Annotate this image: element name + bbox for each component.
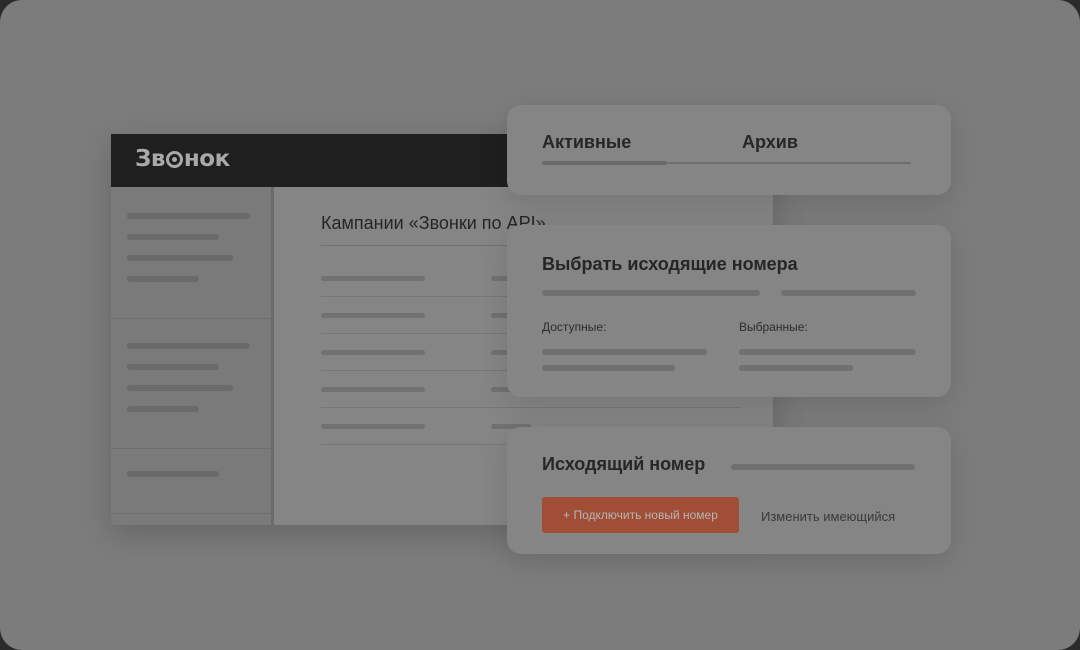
logo-text-end: нок	[183, 146, 230, 172]
tab-active-indicator	[542, 161, 667, 165]
tab-active[interactable]: Активные	[542, 132, 631, 153]
cell-placeholder	[321, 313, 425, 318]
sidebar-item-placeholder[interactable]	[127, 385, 233, 391]
logo-o-icon	[165, 151, 183, 168]
sidebar-group-3	[111, 449, 271, 514]
available-number-placeholder[interactable]	[542, 365, 675, 371]
available-label: Доступные:	[542, 320, 607, 334]
sidebar-group-1	[111, 187, 271, 319]
outgoing-number-card: Исходящий номер + Подключить новый номер…	[507, 427, 951, 554]
change-existing-link[interactable]: Изменить имеющийся	[761, 509, 895, 524]
sidebar-item-placeholder[interactable]	[127, 255, 233, 261]
campaign-tabs-card: Активные Архив	[507, 105, 951, 195]
selected-label: Выбранные:	[739, 320, 808, 334]
selected-number-placeholder[interactable]	[739, 349, 916, 355]
available-number-placeholder[interactable]	[542, 349, 707, 355]
connect-new-number-button[interactable]: + Подключить новый номер	[542, 497, 739, 533]
text-placeholder	[542, 290, 760, 296]
sidebar-item-placeholder[interactable]	[127, 234, 219, 240]
cell-placeholder	[321, 387, 425, 392]
sidebar-group-2	[111, 319, 271, 449]
logo-text-start: Зв	[135, 146, 165, 172]
sidebar-item-placeholder[interactable]	[127, 213, 250, 219]
tab-archive[interactable]: Архив	[742, 132, 798, 153]
sidebar-item-placeholder[interactable]	[127, 364, 219, 370]
sidebar	[111, 187, 274, 525]
cell-placeholder	[321, 276, 425, 281]
sidebar-item-placeholder[interactable]	[127, 471, 219, 477]
screen-overlay: Зв нок Кампании «Звонки по API» Активные…	[0, 0, 1080, 650]
sidebar-item-placeholder[interactable]	[127, 276, 199, 282]
text-placeholder	[731, 464, 915, 470]
cell-placeholder	[321, 350, 425, 355]
zvonok-logo[interactable]: Зв нок	[135, 146, 230, 172]
selected-number-placeholder[interactable]	[739, 365, 853, 371]
outgoing-number-title: Исходящий номер	[542, 454, 706, 474]
cell-placeholder	[321, 424, 425, 429]
select-numbers-card: Выбрать исходящие номера Доступные: Выбр…	[507, 225, 951, 397]
text-placeholder	[781, 290, 916, 296]
sidebar-item-placeholder[interactable]	[127, 406, 199, 412]
select-numbers-title: Выбрать исходящие номера	[542, 254, 798, 274]
sidebar-item-placeholder[interactable]	[127, 343, 250, 349]
